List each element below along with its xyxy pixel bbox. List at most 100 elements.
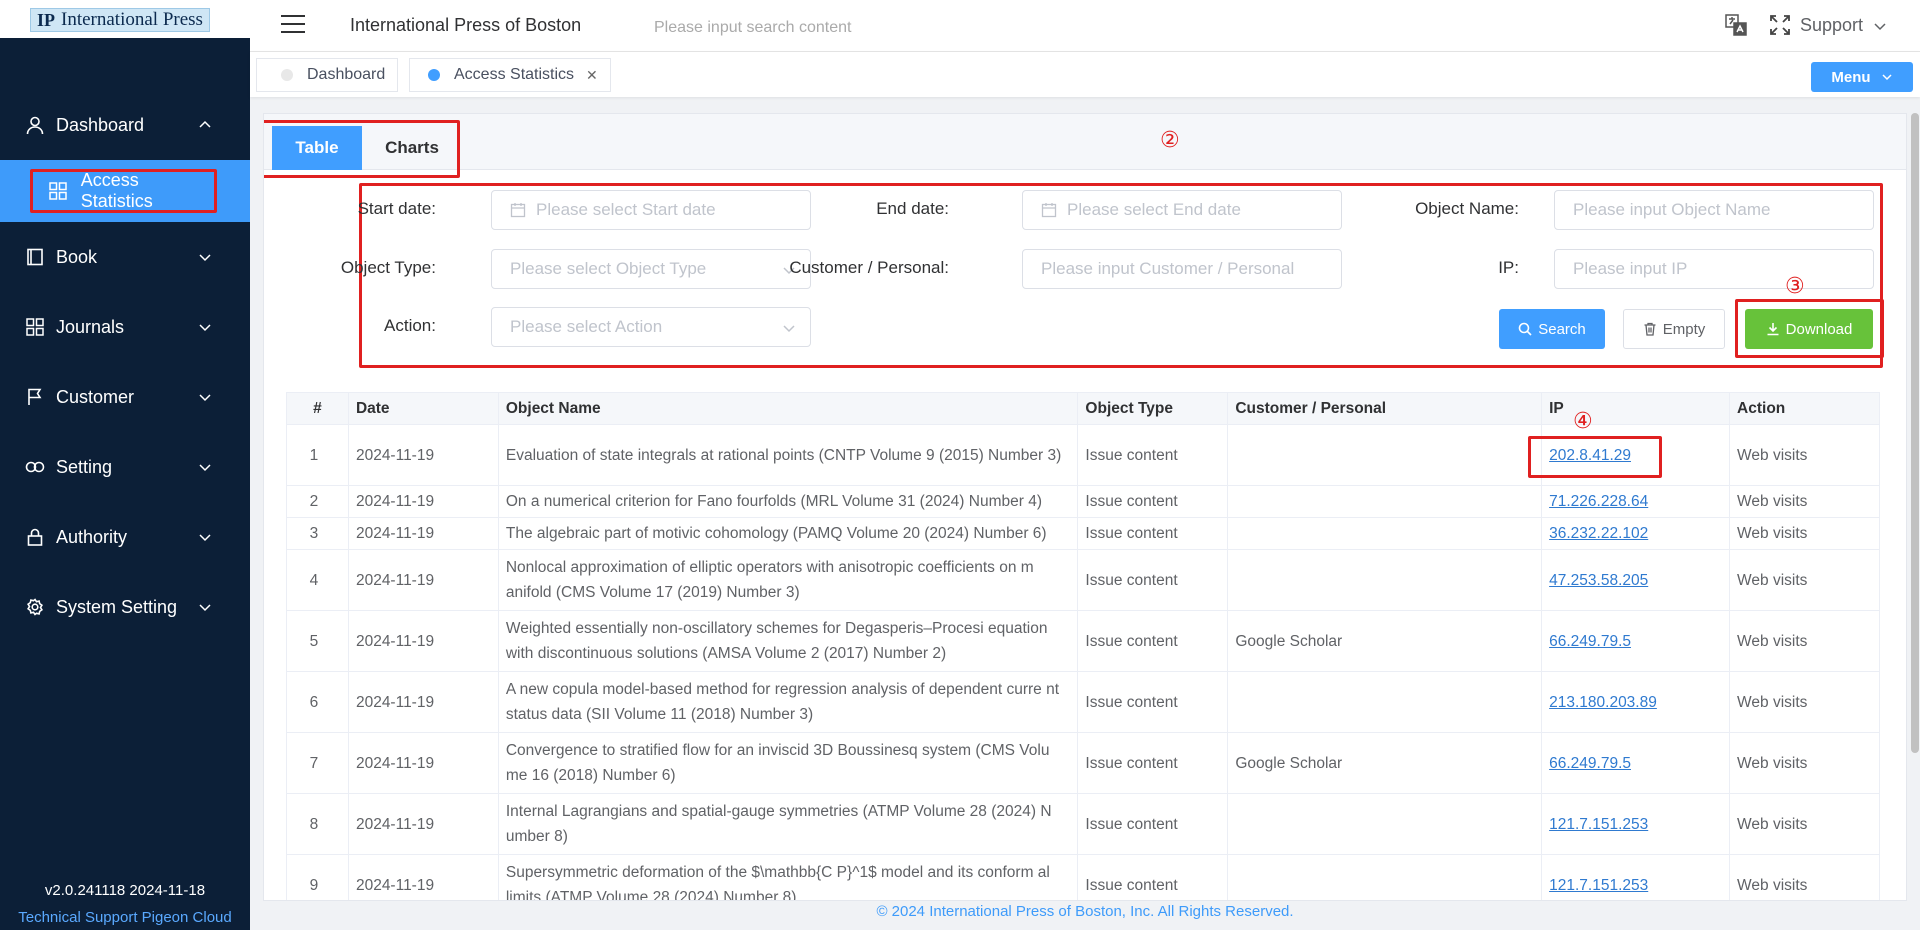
sidebar-item-label: Dashboard [56,114,145,135]
row-customer [1227,854,1543,900]
start-date-picker[interactable]: Please select Start date [491,190,811,230]
sidebar-item-label: System Setting [56,596,178,617]
tab-charts[interactable]: Charts [362,126,462,170]
column-header[interactable]: Object Type [1077,392,1229,425]
translate-icon[interactable] [1724,13,1748,37]
tab-table[interactable]: Table [272,126,362,170]
sidebar-footer: v2.0.241118 2024-11-18 Technical Support… [0,882,250,930]
row-number: 6 [286,671,349,733]
row-action: Web visits [1729,732,1880,794]
row-number: 9 [286,854,349,900]
main-panel: Table Charts ① ② Start date: Please sele… [263,113,1907,901]
grid-icon [24,316,46,338]
search-icon [1518,322,1532,336]
tag-dashboard[interactable]: Dashboard [256,58,398,92]
row-action: Web visits [1729,517,1880,550]
tag-status-dot [428,69,440,81]
technical-support-link[interactable]: Technical Support Pigeon Cloud [0,909,250,926]
logo[interactable]: IP International Press [30,8,210,32]
search-button[interactable]: Search [1499,309,1605,349]
object-name-input[interactable]: Please input Object Name [1554,190,1874,230]
column-header[interactable]: Action [1729,392,1880,425]
chevron-down-icon [783,325,795,333]
table-header-row: # Date Object Name Object Type Customer … [286,392,1880,425]
ip-input[interactable]: Please input IP [1554,249,1874,289]
tag-status-dot [281,69,293,81]
download-button[interactable]: Download [1745,309,1873,349]
download-button-label: Download [1785,320,1853,338]
row-ip-cell: 71.226.228.64 [1541,485,1731,518]
sidebar-item-book[interactable]: Book [0,222,250,292]
row-action: Web visits [1729,793,1880,855]
ip-link[interactable]: 121.7.151.253 [1549,816,1648,833]
ip-link[interactable]: 71.226.228.64 [1549,493,1648,510]
page-scrollbar[interactable] [1911,113,1919,753]
row-object-name: The algebraic part of motivic cohomology… [497,517,1079,550]
sidebar-item-label: Journals [56,316,125,337]
download-icon [1767,323,1779,336]
row-ip-cell: 36.232.22.102 [1541,517,1731,550]
table-row[interactable]: 5 2024-11-19 Weighted essentially non-os… [286,610,1880,672]
row-date: 2024-11-19 [347,610,499,672]
table-row[interactable]: 9 2024-11-19 Supersymmetric deformation … [286,854,1880,900]
row-ip-cell: 66.249.79.5 [1541,610,1731,672]
table-row[interactable]: 4 2024-11-19 Nonlocal approximation of e… [286,549,1880,611]
row-object-type: Issue content [1077,732,1229,794]
ip-placeholder: Please input IP [1573,259,1688,278]
row-object-name: Convergence to stratified flow for an in… [497,732,1079,794]
ip-link[interactable]: 121.7.151.253 [1549,877,1648,894]
row-customer: Google Scholar [1227,610,1543,672]
row-customer [1227,793,1543,855]
annotation-marker-4: ④ [1573,408,1593,433]
row-ip-cell: 202.8.41.29 [1541,424,1731,486]
table-row[interactable]: 8 2024-11-19 Internal Lagrangians and sp… [286,793,1880,855]
close-icon[interactable]: ✕ [586,67,598,84]
empty-button[interactable]: Empty [1623,309,1725,349]
support-dropdown[interactable]: Support [1800,15,1887,36]
chevron-down-icon [199,254,211,262]
ip-link[interactable]: 213.180.203.89 [1549,694,1657,711]
action-select[interactable]: Please select Action [491,307,811,347]
column-header[interactable]: Object Name [497,392,1079,425]
ip-link[interactable]: 66.249.79.5 [1549,755,1631,772]
ip-link[interactable]: 202.8.41.29 [1549,447,1631,464]
fullscreen-icon[interactable] [1768,13,1792,37]
row-object-name: Nonlocal approximation of elliptic opera… [497,549,1079,611]
app-root: IP International Press Dashboard Access … [0,0,1920,930]
tag-access-statistics[interactable]: Access Statistics ✕ [409,58,611,92]
menu-button[interactable]: Menu [1811,62,1913,92]
row-object-type: Issue content [1077,793,1229,855]
column-header[interactable]: Date [347,392,499,425]
header-search-input[interactable] [654,17,914,39]
sidebar-item-system-setting[interactable]: System Setting [0,572,250,642]
table-row[interactable]: 3 2024-11-19 The algebraic part of motiv… [286,517,1880,550]
table-row[interactable]: 7 2024-11-19 Convergence to stratified f… [286,732,1880,794]
table-row[interactable]: 2 2024-11-19 On a numerical criterion fo… [286,485,1880,518]
object-type-label: Object Type: [340,258,436,277]
customer-input[interactable]: Please input Customer / Personal [1022,249,1342,289]
sidebar-item-access-statistics[interactable]: Access Statistics [0,160,250,222]
sidebar-item-journals[interactable]: Journals [0,292,250,362]
ip-link[interactable]: 36.232.22.102 [1549,525,1648,542]
sidebar-item-setting[interactable]: Setting [0,432,250,502]
annotation-marker-1: ① [349,114,369,117]
ip-link[interactable]: 47.253.58.205 [1549,572,1648,589]
column-header[interactable]: IP [1541,392,1731,425]
ip-link[interactable]: 66.249.79.5 [1549,633,1631,650]
sidebar-item-dashboard[interactable]: Dashboard [0,90,250,160]
end-date-picker[interactable]: Please select End date [1022,190,1342,230]
row-customer: Google Scholar [1227,732,1543,794]
calendar-icon [1041,203,1057,218]
customer-placeholder: Please input Customer / Personal [1041,259,1295,278]
sidebar-item-authority[interactable]: Authority [0,502,250,572]
row-number: 5 [286,610,349,672]
user-icon [24,114,46,136]
row-customer [1227,671,1543,733]
sidebar-item-customer[interactable]: Customer [0,362,250,432]
row-object-name: Supersymmetric deformation of the $\math… [497,854,1079,900]
column-header[interactable]: Customer / Personal [1227,392,1543,425]
hamburger-menu-icon[interactable] [281,15,305,35]
table-row[interactable]: 1 2024-11-19 Evaluation of state integra… [286,424,1880,486]
chevron-down-icon [199,534,211,542]
table-row[interactable]: 6 2024-11-19 A new copula model-based me… [286,671,1880,733]
